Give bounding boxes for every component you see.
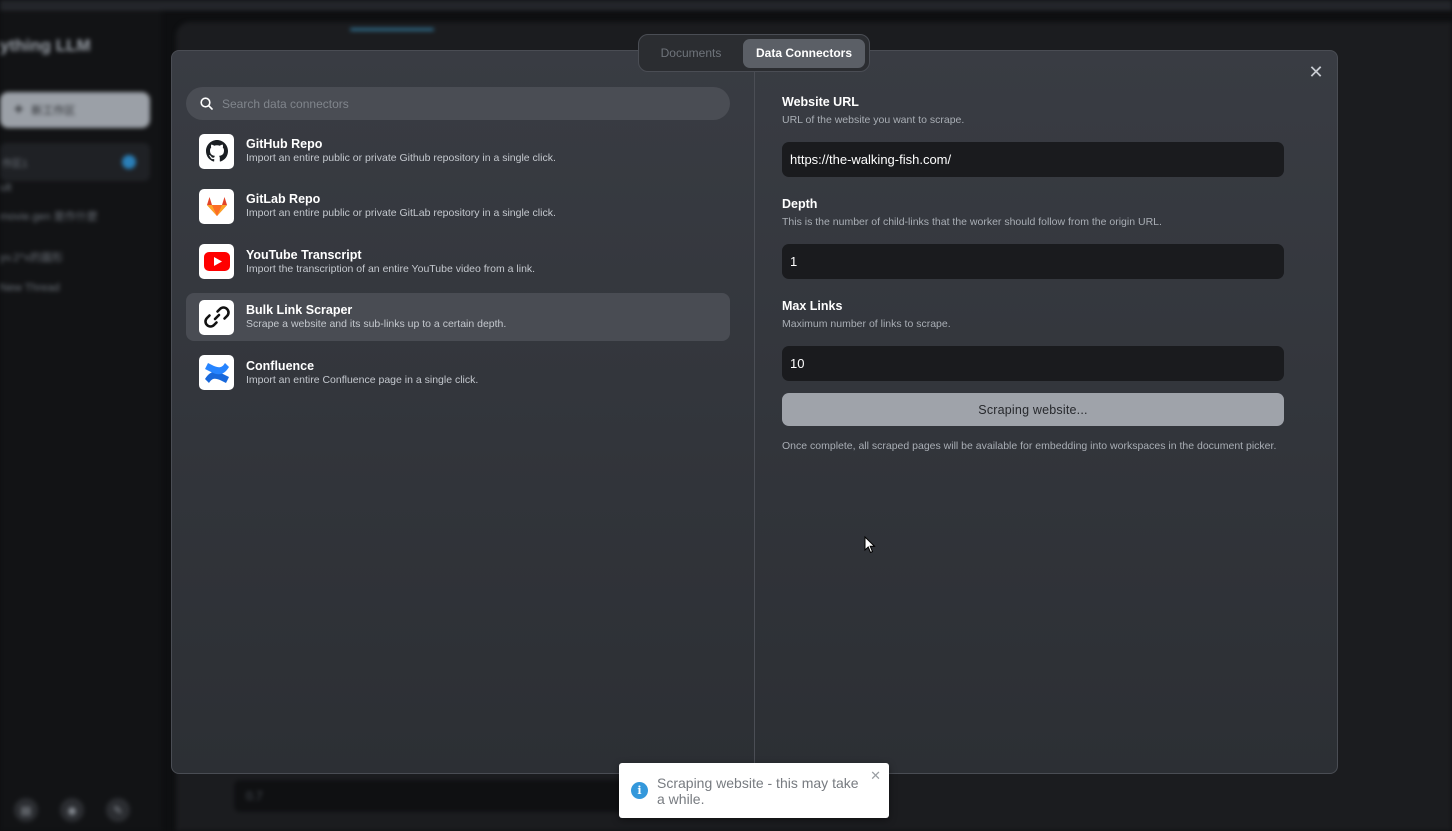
cursor-icon [864,536,876,554]
search-icon [200,97,213,110]
tab-documents[interactable]: Documents [643,39,739,68]
toast-message: Scraping website - this may take a while… [657,774,859,807]
confluence-icon [199,355,234,391]
brand-title: ything LLM [0,36,91,55]
connector-title: Bulk Link Scraper [246,303,353,318]
field-label: Max Links [782,299,843,313]
max-links-input[interactable]: 10 [782,346,1284,381]
workspace-name: 作区1 [2,158,28,170]
connector-description: Import the transcription of an entire Yo… [246,262,536,275]
depth-field: Depth This is the number of child-links … [782,197,1284,279]
wrench-icon[interactable]: ✎ [106,798,130,822]
website-url-input[interactable]: https://the-walking-fish.com/ [782,142,1284,177]
modal-tab-switch: Documents Data Connectors [638,34,870,72]
connector-description: Import an entire public or private Githu… [246,152,556,164]
sidebar-footer: ▤ ◉ ✎ [14,798,130,822]
thread-item[interactable]: ult [0,182,12,194]
submit-button[interactable]: Scraping website... [782,393,1284,426]
connector-bulk-link-scraper[interactable]: Bulk Link Scraper Scrape a website and i… [186,293,730,342]
search-bar[interactable] [186,87,730,120]
bulk-link-scraper-form: Website URL URL of the website you want … [782,95,1284,453]
thread-item[interactable]: movie.gen 是作什麼 [0,208,98,224]
thread-item[interactable]: yv.2^x的圖形 [0,249,63,265]
connector-title: GitHub Repo [246,137,323,151]
thread-item[interactable]: New Thread [0,282,60,294]
youtube-icon [199,244,234,280]
new-workspace-label: 新工作区 [31,105,76,117]
tab-data-connectors[interactable]: Data Connectors [743,38,865,68]
sidebar: ything LLM + 新工作区 作区1 ult movie.gen 是作什麼… [0,10,162,831]
connector-youtube[interactable]: YouTube Transcript Import the transcript… [186,238,730,286]
connector-confluence[interactable]: Confluence Import an entire Confluence p… [186,349,730,397]
modal-divider [754,50,755,772]
connector-gitlab[interactable]: GitLab Repo Import an entire public or p… [186,182,730,230]
connector-description: Scrape a website and its sub-links up to… [246,318,507,331]
field-help: URL of the website you want to scrape. [782,114,965,126]
chat-input[interactable]: 0.7 [234,780,634,812]
gitlab-icon [199,188,234,224]
connector-title: GitLab Repo [246,192,321,207]
connector-github[interactable]: GitHub Repo Import an entire public or p… [186,127,730,175]
link-icon [199,299,234,335]
book-icon[interactable]: ▤ [14,798,38,822]
field-help: This is the number of child-links that t… [782,216,1162,228]
depth-input[interactable]: 1 [782,244,1284,279]
plus-icon: + [14,101,24,118]
connector-description: Import an entire public or private GitLa… [246,207,556,220]
connector-title: Confluence [246,358,315,373]
form-note: Once complete, all scraped pages will be… [782,440,1277,452]
field-label: Website URL [782,95,859,109]
github-icon [199,133,234,169]
settings-icon[interactable] [122,155,136,169]
new-workspace-button[interactable]: + 新工作区 [0,92,150,128]
connector-title: YouTube Transcript [246,247,362,262]
field-help: Maximum number of links to scrape. [782,318,951,330]
sidebar-item-workspace[interactable]: 作区1 [0,143,150,181]
connector-list: GitHub Repo Import an entire public or p… [186,127,730,404]
field-label: Depth [782,197,818,211]
max-links-field: Max Links Maximum number of links to scr… [782,299,1284,381]
search-input[interactable] [222,96,702,111]
connector-description: Import an entire Confluence page in a si… [246,373,479,386]
main-tab-indicator [350,28,434,31]
website-url-field: Website URL URL of the website you want … [782,95,1284,177]
toast-notification: i Scraping website - this may take a whi… [619,763,889,818]
close-icon[interactable]: ✕ [1306,62,1326,82]
info-icon: i [631,782,648,799]
top-bar [0,0,1452,10]
discord-icon[interactable]: ◉ [60,798,84,822]
close-icon[interactable]: ✕ [870,768,881,784]
